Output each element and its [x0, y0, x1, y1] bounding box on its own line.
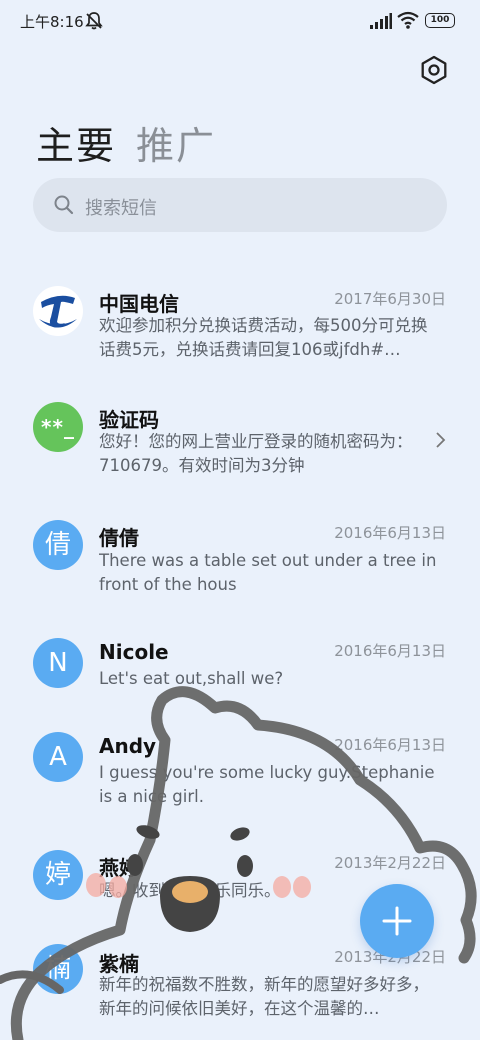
contact-avatar: 倩 — [33, 520, 83, 570]
conversation-preview: 您好！您的网上营业厅登录的随机密码为：710679。有效时间为3分钟 — [99, 432, 413, 475]
tab-primary[interactable]: 主要 — [36, 115, 116, 170]
telecom-logo-icon — [34, 287, 82, 335]
mute-icon — [85, 12, 103, 30]
conversation-item[interactable]: 楠 紫楠 2013年2月22日 新年的祝福数不胜数，新年的愿望好多好多，新年的问… — [0, 944, 480, 1040]
chevron-right-icon — [436, 432, 446, 448]
contact-avatar: 婷 — [33, 850, 83, 900]
settings-hex-icon[interactable] — [418, 54, 450, 86]
conversation-name: 倩倩 — [99, 526, 139, 550]
conversation-preview: 新年的祝福数不胜数，新年的愿望好多好多，新年的问候依旧美好，在这个温馨的… — [99, 975, 429, 1018]
conversation-item[interactable]: **_ 验证码 您好！您的网上营业厅登录的随机密码为：710679。有效时间为3… — [0, 400, 480, 500]
conversation-date: 2017年6月30日 — [334, 290, 446, 308]
search-placeholder: 搜索短信 — [85, 198, 157, 219]
new-message-button[interactable] — [360, 884, 434, 958]
plus-icon — [382, 906, 412, 936]
conversation-preview: There was a table set out under a tree i… — [99, 551, 437, 594]
conversation-name: 中国电信 — [99, 292, 179, 316]
conversation-date: 2016年6月13日 — [334, 736, 446, 754]
conversation-item[interactable]: 中国电信 2017年6月30日 欢迎参加积分兑换话费活动，每500分可兑换话费5… — [0, 280, 480, 380]
conversation-date: 2016年6月13日 — [334, 642, 446, 660]
status-bar: 上午8:16 100 — [0, 0, 480, 42]
conversation-date: 2013年2月22日 — [334, 854, 446, 872]
conversation-date: 2016年6月13日 — [334, 524, 446, 542]
conversation-item[interactable]: N Nicole 2016年6月13日 Let's eat out,shall … — [0, 636, 480, 736]
search-icon — [54, 195, 74, 215]
messages-screen: 上午8:16 100 主要 推广 搜索短信 中国电信 2017年6月30日 欢迎… — [0, 0, 480, 1040]
conversation-preview: 欢迎参加积分兑换话费活动，每500分可兑换话费5元，兑换话费请回复106或jfd… — [99, 316, 428, 359]
signal-icon — [370, 13, 392, 29]
search-input[interactable]: 搜索短信 — [33, 178, 447, 232]
conversation-item[interactable]: 倩 倩倩 2016年6月13日 There was a table set ou… — [0, 518, 480, 618]
contact-avatar: N — [33, 638, 83, 688]
conversation-name: Andy — [99, 734, 157, 758]
verification-avatar: **_ — [33, 402, 83, 452]
conversation-item[interactable]: A Andy 2016年6月13日 I guess you're some lu… — [0, 732, 480, 832]
contact-avatar: 楠 — [33, 944, 83, 994]
conversation-preview: Let's eat out,shall we? — [99, 669, 284, 688]
conversation-name: 燕婷 — [99, 856, 139, 880]
tab-promo[interactable]: 推广 — [136, 115, 216, 170]
wifi-icon — [397, 11, 419, 29]
conversation-preview: I guess you're some lucky guy.Stephanie … — [99, 763, 435, 806]
conversation-name: 验证码 — [99, 408, 159, 432]
telecom-logo-avatar — [33, 286, 83, 336]
conversation-name: Nicole — [99, 640, 169, 664]
status-time: 上午8:16 — [20, 13, 84, 31]
battery-icon: 100 — [425, 13, 455, 28]
contact-avatar: A — [33, 732, 83, 782]
